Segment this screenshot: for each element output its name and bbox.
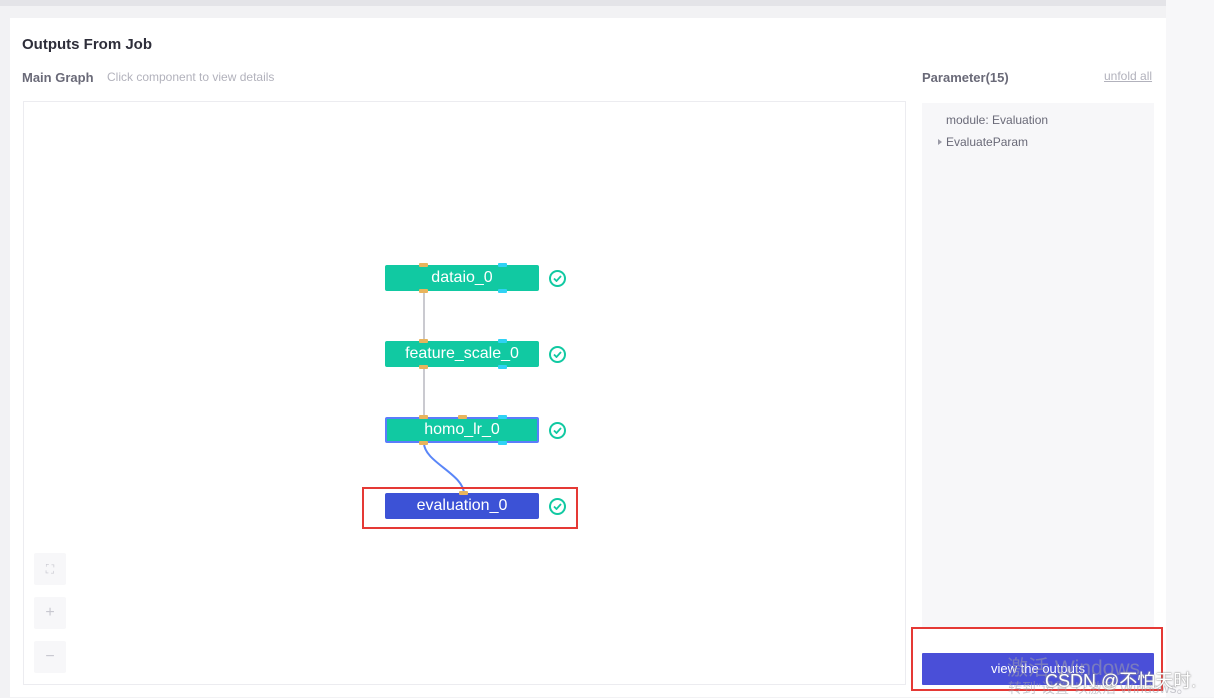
top-bar bbox=[0, 0, 1166, 6]
job-outputs-panel: Outputs From Job Main Graph Click compon… bbox=[10, 18, 1166, 697]
caret-right-icon bbox=[938, 139, 942, 145]
graph-edges bbox=[423, 291, 465, 495]
output-port bbox=[498, 365, 507, 369]
graph-title: Main Graph bbox=[22, 70, 94, 85]
output-port bbox=[419, 441, 428, 445]
zoom-out-button[interactable]: − bbox=[34, 641, 66, 673]
node-label: feature_scale_0 bbox=[405, 345, 519, 362]
output-port bbox=[498, 263, 507, 267]
graph-canvas[interactable]: dataio_0 feature_scale_0 homo_lr_0 evalu… bbox=[23, 101, 906, 685]
tree-item-label: EvaluateParam bbox=[946, 135, 1029, 149]
input-port bbox=[419, 415, 428, 419]
parameter-title: Parameter(15) bbox=[922, 70, 1009, 85]
output-port bbox=[498, 415, 507, 419]
fit-view-button[interactable]: ⛶ bbox=[34, 553, 66, 585]
graph-hint: Click component to view details bbox=[107, 70, 275, 84]
right-margin bbox=[1166, 0, 1214, 697]
node-dataio[interactable]: dataio_0 bbox=[385, 265, 539, 291]
success-check-icon bbox=[549, 270, 566, 287]
parameter-module: module: Evaluation bbox=[946, 113, 1049, 127]
success-check-icon bbox=[549, 422, 566, 439]
node-label: homo_lr_0 bbox=[424, 421, 500, 438]
node-homo-lr[interactable]: homo_lr_0 bbox=[385, 417, 539, 443]
node-feature-scale[interactable]: feature_scale_0 bbox=[385, 341, 539, 367]
input-port bbox=[419, 339, 428, 343]
node-label: dataio_0 bbox=[431, 269, 493, 286]
input-port bbox=[419, 263, 428, 267]
annotation-highlight bbox=[362, 487, 578, 529]
output-port bbox=[419, 365, 428, 369]
csdn-watermark: CSDN @不怕天时. bbox=[1045, 671, 1197, 691]
parameter-panel: module: Evaluation EvaluateParam bbox=[922, 103, 1154, 628]
output-port bbox=[498, 441, 507, 445]
unfold-all-link[interactable]: unfold all bbox=[1104, 69, 1152, 83]
success-check-icon bbox=[549, 346, 566, 363]
output-port bbox=[498, 339, 507, 343]
zoom-in-button[interactable]: + bbox=[34, 597, 66, 629]
output-port bbox=[419, 289, 428, 293]
page-title: Outputs From Job bbox=[22, 36, 152, 53]
output-port bbox=[498, 289, 507, 293]
input-port bbox=[458, 415, 467, 419]
fullscreen-icon: ⛶ bbox=[45, 562, 55, 576]
tree-item-evaluateparam[interactable]: EvaluateParam bbox=[938, 135, 1028, 149]
